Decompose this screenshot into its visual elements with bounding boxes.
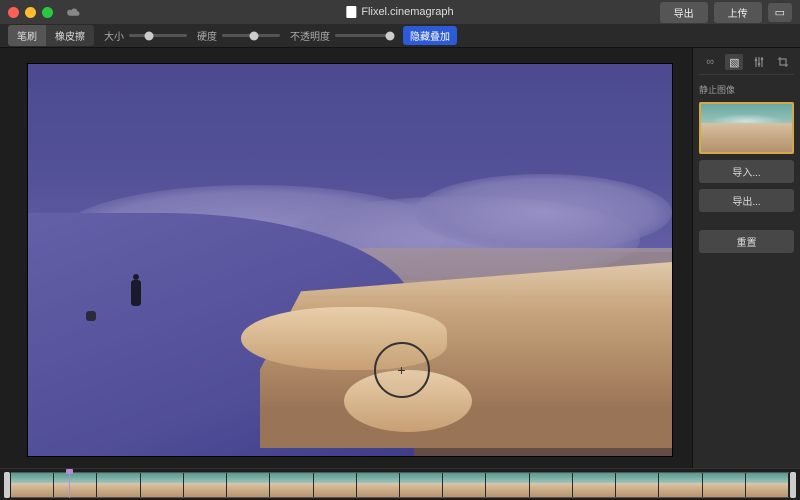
timeline-trim-end[interactable] [790, 472, 796, 498]
timeline-trim-start[interactable] [4, 472, 10, 498]
timeline-frame[interactable] [400, 473, 443, 497]
timeline-frame[interactable] [54, 473, 97, 497]
minimize-window-button[interactable] [25, 7, 36, 18]
person-silhouette [131, 280, 141, 306]
timeline-frame[interactable] [314, 473, 357, 497]
timeline-frame[interactable] [227, 473, 270, 497]
brush-cursor [374, 342, 430, 398]
timeline-frame[interactable] [703, 473, 746, 497]
close-window-button[interactable] [8, 7, 19, 18]
hardness-label: 硬度 [197, 28, 217, 43]
timeline-frame[interactable] [11, 473, 54, 497]
timeline-frames[interactable] [11, 472, 789, 498]
document-icon [346, 6, 356, 18]
export-still-button[interactable]: 导出... [699, 189, 794, 212]
upload-button[interactable]: 上传 [714, 2, 762, 23]
dog-silhouette [86, 311, 96, 321]
still-image-label: 静止图像 [699, 83, 794, 96]
import-button[interactable]: 导入... [699, 160, 794, 183]
reset-button[interactable]: 重置 [699, 230, 794, 253]
panel-toggle-button[interactable]: ▭ [768, 3, 792, 22]
timeline-frame[interactable] [357, 473, 400, 497]
fullscreen-window-button[interactable] [42, 7, 53, 18]
brush-toolbar: 笔刷 橡皮擦 大小 硬度 不透明度 隐藏叠加 [0, 24, 800, 48]
timeline-frame[interactable] [616, 473, 659, 497]
main-area: ∞ ▧ 静止图像 导入... 导出... 重置 [0, 48, 800, 468]
canvas[interactable] [28, 64, 672, 456]
scene-preview [28, 64, 672, 456]
timeline-frame[interactable] [486, 473, 529, 497]
document-title: Flixel.cinemagraph [346, 6, 453, 18]
export-button[interactable]: 导出 [660, 2, 708, 23]
timeline-frame[interactable] [530, 473, 573, 497]
still-image-thumbnail[interactable] [699, 102, 794, 154]
window-controls [8, 7, 53, 18]
tab-crop[interactable] [774, 54, 792, 70]
eraser-tool-button[interactable]: 橡皮擦 [46, 25, 94, 46]
titlebar: Flixel.cinemagraph 导出 上传 ▭ [0, 0, 800, 24]
tool-segmented-control: 笔刷 橡皮擦 [8, 25, 94, 46]
document-name: Flixel.cinemagraph [361, 6, 453, 18]
size-slider[interactable] [129, 34, 187, 37]
tab-adjustments[interactable] [750, 54, 768, 70]
size-label: 大小 [104, 28, 124, 43]
tab-loop[interactable]: ∞ [701, 54, 719, 70]
opacity-label: 不透明度 [290, 28, 330, 43]
timeline-frame[interactable] [270, 473, 313, 497]
timeline-frame[interactable] [573, 473, 616, 497]
timeline-frame[interactable] [97, 473, 140, 497]
inspector-sidebar: ∞ ▧ 静止图像 导入... 导出... 重置 [692, 48, 800, 468]
timeline-frame[interactable] [141, 473, 184, 497]
brush-tool-button[interactable]: 笔刷 [8, 25, 46, 46]
timeline-frame[interactable] [184, 473, 227, 497]
hardness-slider[interactable] [222, 34, 280, 37]
playhead[interactable] [69, 472, 70, 498]
timeline [0, 468, 800, 500]
overlay-toggle-button[interactable]: 隐藏叠加 [403, 26, 457, 45]
tab-still-image[interactable]: ▧ [725, 54, 743, 70]
inspector-tabs: ∞ ▧ [699, 52, 794, 75]
timeline-frame[interactable] [659, 473, 702, 497]
cloud-sync-icon [65, 7, 81, 17]
canvas-wrap [0, 48, 692, 468]
timeline-frame[interactable] [443, 473, 486, 497]
timeline-frame[interactable] [746, 473, 789, 497]
opacity-slider[interactable] [335, 34, 393, 37]
